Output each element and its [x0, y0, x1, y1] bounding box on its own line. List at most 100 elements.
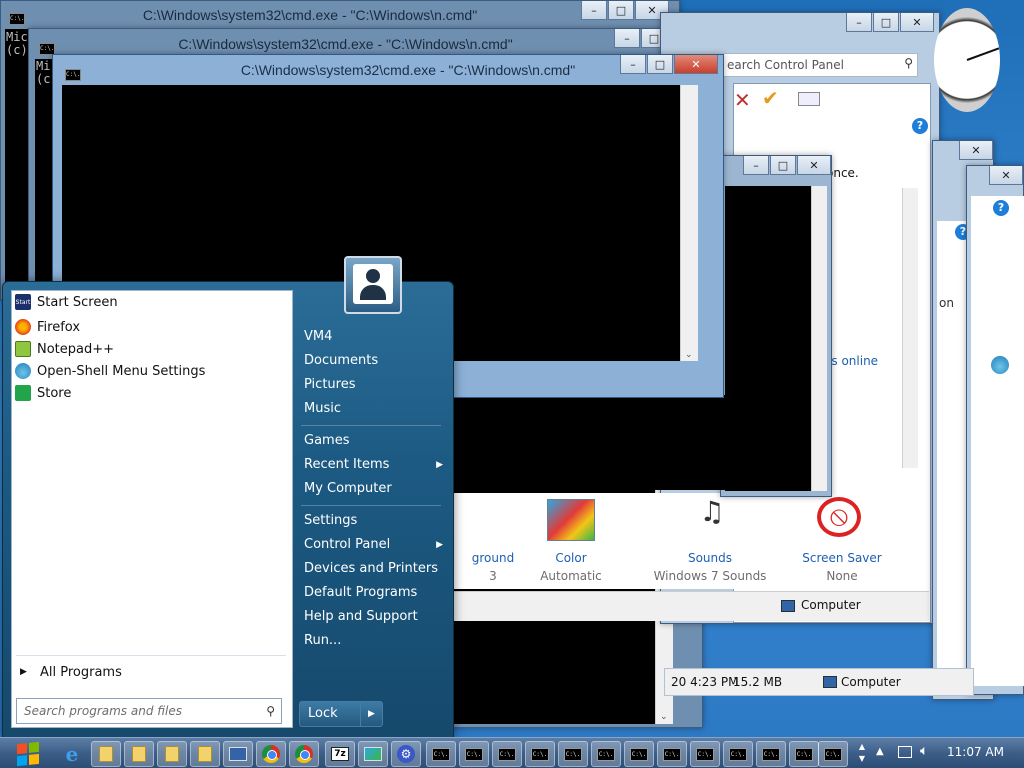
folder-icon: [198, 746, 212, 762]
item-label: Color: [555, 551, 587, 565]
taskbar-folder-3[interactable]: [157, 741, 187, 767]
keyboard-icon[interactable]: [798, 92, 820, 106]
start-item-games[interactable]: Games: [304, 430, 449, 452]
start-item-control-panel[interactable]: Control Panel ▶: [304, 534, 449, 556]
screen-saver-icon[interactable]: ⦸: [817, 497, 861, 537]
store-icon: [15, 385, 31, 401]
online-link[interactable]: es online: [824, 354, 878, 368]
taskbar-cmd[interactable]: C:\.: [558, 741, 588, 767]
cut-icon[interactable]: ✕: [734, 88, 751, 112]
status-computer: Computer: [801, 598, 861, 612]
start-item-music[interactable]: Music: [304, 398, 449, 420]
taskbar-cmd[interactable]: C:\.: [624, 741, 654, 767]
taskbar-folder-1[interactable]: [91, 741, 121, 767]
all-programs-label: All Programs: [40, 664, 122, 680]
item-label: Open-Shell Menu Settings: [37, 363, 206, 379]
start-item-run[interactable]: Run...: [304, 630, 449, 652]
minimize-button[interactable]: –: [620, 55, 646, 74]
network-icon[interactable]: [898, 746, 912, 758]
user-avatar[interactable]: [344, 256, 402, 314]
open-shell-icon[interactable]: [991, 356, 1021, 386]
maximize-button[interactable]: □: [608, 1, 634, 20]
color-item[interactable]: Color Automatic: [523, 551, 619, 583]
pinned-notepad-plus-plus[interactable]: Notepad++: [12, 338, 292, 360]
taskbar-7zip[interactable]: 7z: [325, 741, 355, 767]
close-button[interactable]: ✕: [797, 156, 831, 175]
taskbar-cmd[interactable]: C:\.: [789, 741, 819, 767]
start-item-help-support[interactable]: Help and Support: [304, 606, 449, 628]
minimize-button[interactable]: –: [846, 13, 872, 32]
show-hidden-icons-icon[interactable]: ▲: [876, 746, 884, 757]
start-item-recent-items[interactable]: Recent Items ▶: [304, 454, 449, 476]
vertical-scrollbar[interactable]: [902, 188, 918, 468]
taskbar-clock[interactable]: 11:07 AM: [947, 745, 1004, 759]
taskbar-personalization[interactable]: [358, 741, 388, 767]
close-button[interactable]: ✕: [959, 141, 993, 160]
taskbar-cmd[interactable]: C:\.: [723, 741, 753, 767]
vertical-scrollbar[interactable]: [811, 186, 827, 491]
taskbar-folder-2[interactable]: [124, 741, 154, 767]
close-button[interactable]: ✕: [674, 55, 718, 74]
taskbar-chrome-1[interactable]: [256, 741, 286, 767]
all-programs-button[interactable]: ▶ All Programs: [12, 661, 292, 683]
maximize-button[interactable]: □: [770, 156, 796, 175]
computer-icon: [781, 600, 795, 612]
taskbar-cmd[interactable]: C:\.: [818, 741, 848, 767]
taskbar-cmd[interactable]: C:\.: [690, 741, 720, 767]
taskbar-folder-4[interactable]: [190, 741, 220, 767]
pinned-firefox[interactable]: Firefox: [12, 316, 292, 338]
search-icon: ⚲: [904, 56, 913, 70]
taskbar-cmd[interactable]: C:\.: [426, 741, 456, 767]
start-item-default-programs[interactable]: Default Programs: [304, 582, 449, 604]
minimize-button[interactable]: –: [743, 156, 769, 175]
taskbar-chrome-2[interactable]: [289, 741, 319, 767]
speaker-icon[interactable]: 🔈︎: [920, 743, 928, 759]
sounds-item[interactable]: Sounds Windows 7 Sounds: [645, 551, 775, 583]
taskbar-scroll-buttons[interactable]: ▲ ▼: [856, 741, 868, 767]
start-button[interactable]: [10, 741, 46, 767]
screen-saver-item[interactable]: Screen Saver None: [787, 551, 897, 583]
taskbar-settings[interactable]: ⚙: [391, 741, 421, 767]
checkmark-icon[interactable]: ✔: [762, 86, 779, 110]
taskbar-cmd[interactable]: C:\.: [657, 741, 687, 767]
search-input[interactable]: earch Control Panel ⚲: [723, 53, 918, 77]
minimize-button[interactable]: –: [581, 1, 607, 20]
chevron-right-icon[interactable]: ▶: [360, 702, 382, 726]
maximize-button[interactable]: □: [647, 55, 673, 74]
start-item-user[interactable]: VM4: [304, 326, 449, 348]
taskbar-cmd[interactable]: C:\.: [492, 741, 522, 767]
taskbar-cmd[interactable]: C:\.: [525, 741, 555, 767]
pinned-start-screen[interactable]: Start Start Screen: [12, 291, 292, 313]
minimize-button[interactable]: –: [614, 29, 640, 48]
color-icon[interactable]: [547, 499, 595, 541]
taskbar-cmd[interactable]: C:\.: [591, 741, 621, 767]
description-text: on: [939, 296, 954, 310]
help-icon[interactable]: ?: [912, 118, 928, 134]
taskbar-computer[interactable]: [223, 741, 253, 767]
start-item-devices-printers[interactable]: Devices and Printers: [304, 558, 449, 580]
taskbar-cmd[interactable]: C:\.: [756, 741, 786, 767]
clock-gadget[interactable]: [934, 8, 1000, 112]
sounds-icon[interactable]: ♫: [689, 495, 735, 535]
start-item-documents[interactable]: Documents: [304, 350, 449, 372]
item-label: Sounds: [687, 551, 733, 565]
start-item-my-computer[interactable]: My Computer: [304, 478, 449, 500]
windows-logo-icon: [17, 741, 39, 767]
vertical-scrollbar[interactable]: ⌄: [680, 85, 698, 361]
close-button[interactable]: ✕: [900, 13, 934, 32]
taskbar-cmd[interactable]: C:\.: [459, 741, 489, 767]
maximize-button[interactable]: □: [873, 13, 899, 32]
folder-icon: [132, 746, 146, 762]
start-item-pictures[interactable]: Pictures: [304, 374, 449, 396]
cmd-icon: C:\.: [498, 747, 516, 761]
help-icon[interactable]: ?: [993, 200, 1009, 216]
pinned-store[interactable]: Store: [12, 382, 292, 404]
start-menu: Start Start Screen Firefox Notepad++ Ope…: [2, 256, 454, 738]
start-search-input[interactable]: Search programs and files ⚲: [16, 698, 282, 724]
start-item-settings[interactable]: Settings: [304, 510, 449, 532]
internet-explorer-icon[interactable]: e: [57, 741, 87, 767]
pinned-open-shell-settings[interactable]: Open-Shell Menu Settings: [12, 360, 292, 382]
cmd-icon: C:\.: [729, 747, 747, 761]
close-button[interactable]: ✕: [989, 166, 1023, 185]
lock-button[interactable]: Lock ▶: [299, 701, 383, 727]
